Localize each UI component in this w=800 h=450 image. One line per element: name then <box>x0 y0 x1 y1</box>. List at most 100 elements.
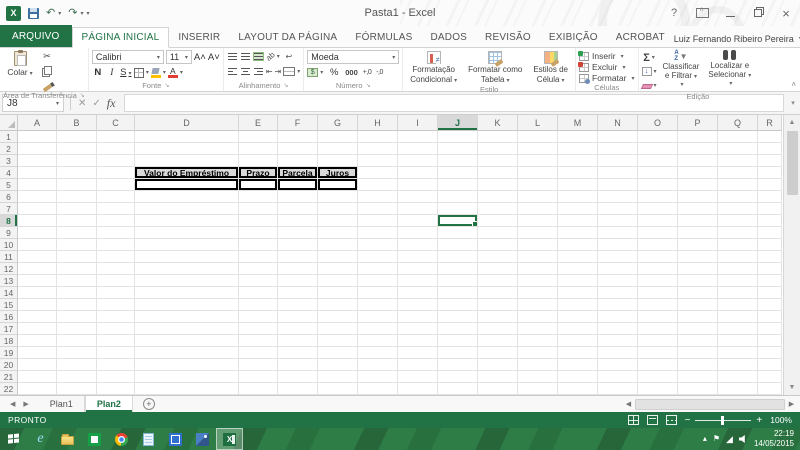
tab-revisão[interactable]: REVISÃO <box>476 28 540 47</box>
cell[interactable] <box>638 239 678 251</box>
horizontal-scroll-thumb[interactable] <box>635 399 785 410</box>
cell[interactable] <box>318 239 358 251</box>
sheet-nav-prev-icon[interactable]: ◀ <box>10 400 15 408</box>
cell[interactable] <box>57 191 97 203</box>
cell[interactable] <box>558 275 598 287</box>
cell[interactable] <box>558 143 598 155</box>
cell[interactable] <box>678 227 718 239</box>
align-top-button[interactable] <box>227 52 238 61</box>
cell[interactable] <box>318 383 358 395</box>
redo-icon[interactable]: ↷ <box>68 8 77 19</box>
row-header-21[interactable]: 21 <box>0 371 18 383</box>
tab-arquivo[interactable]: ARQUIVO <box>0 25 72 47</box>
cell[interactable] <box>358 179 398 191</box>
cell[interactable] <box>718 347 758 359</box>
cell[interactable] <box>598 311 638 323</box>
cell[interactable] <box>239 323 278 335</box>
cell[interactable] <box>638 215 678 227</box>
zoom-slider[interactable] <box>695 420 751 421</box>
autosum-button[interactable]: Σ <box>642 51 657 64</box>
cell[interactable] <box>678 287 718 299</box>
cell[interactable] <box>598 323 638 335</box>
cell[interactable] <box>758 347 782 359</box>
cell[interactable] <box>239 311 278 323</box>
cell[interactable] <box>135 347 239 359</box>
cell[interactable] <box>518 215 558 227</box>
cell[interactable] <box>598 275 638 287</box>
cell[interactable] <box>239 215 278 227</box>
cell[interactable] <box>398 131 438 143</box>
cell[interactable] <box>758 323 782 335</box>
cell[interactable] <box>278 143 318 155</box>
enter-icon[interactable]: ✓ <box>92 98 100 109</box>
table-header-cell[interactable]: Prazo <box>239 167 278 179</box>
cell[interactable] <box>718 311 758 323</box>
cell[interactable] <box>239 155 278 167</box>
row-header-1[interactable]: 1 <box>0 131 18 143</box>
cell[interactable] <box>318 299 358 311</box>
bold-button[interactable]: N <box>92 67 104 78</box>
cell[interactable] <box>758 335 782 347</box>
cell[interactable] <box>758 383 782 395</box>
cell[interactable] <box>718 359 758 371</box>
cell[interactable] <box>518 383 558 395</box>
cell[interactable] <box>239 299 278 311</box>
cell[interactable] <box>278 203 318 215</box>
column-header-I[interactable]: I <box>398 115 438 131</box>
cell[interactable] <box>97 179 135 191</box>
cell[interactable] <box>239 227 278 239</box>
cell[interactable] <box>438 167 478 179</box>
font-color-button[interactable]: A <box>168 66 183 79</box>
cell[interactable] <box>558 287 598 299</box>
cell[interactable] <box>18 131 57 143</box>
customize-qat-icon[interactable]: ▾ <box>86 10 89 17</box>
cell[interactable] <box>398 167 438 179</box>
cell[interactable] <box>318 311 358 323</box>
cell[interactable] <box>18 215 57 227</box>
cell[interactable] <box>598 251 638 263</box>
cell[interactable] <box>358 287 398 299</box>
cell[interactable] <box>18 335 57 347</box>
accounting-format-button[interactable]: $ <box>307 66 323 79</box>
cell[interactable] <box>438 359 478 371</box>
save-icon[interactable] <box>28 8 39 19</box>
cell[interactable] <box>718 371 758 383</box>
table-header-cell[interactable]: Parcela <box>278 167 318 179</box>
cell-styles-button[interactable]: Estilos de Célula <box>529 50 572 85</box>
cell[interactable] <box>718 263 758 275</box>
cell[interactable] <box>135 227 239 239</box>
sheet-tab-plan2[interactable]: Plan2 <box>85 396 133 412</box>
cell[interactable] <box>318 227 358 239</box>
cell[interactable] <box>18 191 57 203</box>
scroll-up-icon[interactable]: ▲ <box>784 115 800 130</box>
cell[interactable] <box>358 155 398 167</box>
cell[interactable] <box>638 275 678 287</box>
cell[interactable] <box>398 347 438 359</box>
cell[interactable] <box>758 227 782 239</box>
column-header-R[interactable]: R <box>758 115 782 131</box>
zoom-in-icon[interactable]: + <box>756 415 762 426</box>
cell[interactable] <box>318 251 358 263</box>
column-header-P[interactable]: P <box>678 115 718 131</box>
cell[interactable] <box>678 251 718 263</box>
cell[interactable] <box>718 215 758 227</box>
cell[interactable] <box>398 227 438 239</box>
page-break-view-icon[interactable] <box>666 415 677 425</box>
merge-center-button[interactable] <box>283 65 300 78</box>
cell[interactable] <box>97 227 135 239</box>
cell[interactable] <box>18 287 57 299</box>
scroll-right-icon[interactable]: ▶ <box>785 400 798 408</box>
cell[interactable] <box>57 215 97 227</box>
cell[interactable] <box>558 239 598 251</box>
cell[interactable] <box>398 155 438 167</box>
cell[interactable] <box>18 275 57 287</box>
cell[interactable] <box>718 191 758 203</box>
row-header-8[interactable]: 8 <box>0 215 18 227</box>
cell[interactable] <box>558 191 598 203</box>
cell[interactable] <box>478 251 518 263</box>
cell[interactable] <box>278 347 318 359</box>
cell[interactable] <box>318 215 358 227</box>
cell[interactable] <box>135 191 239 203</box>
borders-button[interactable] <box>134 66 149 79</box>
cell[interactable] <box>358 275 398 287</box>
